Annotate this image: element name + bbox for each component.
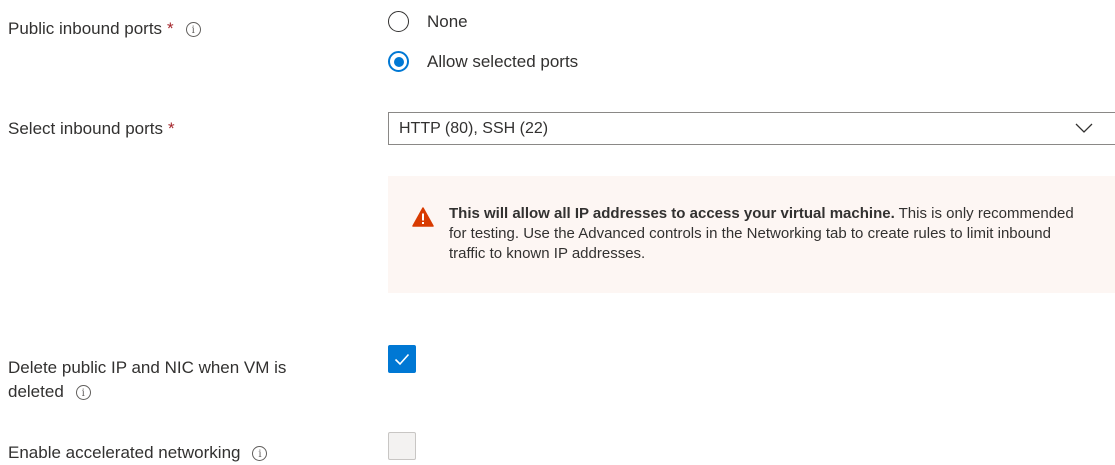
delete-public-ip-label-line2: deleted i bbox=[8, 380, 286, 404]
info-icon[interactable]: i bbox=[75, 385, 91, 400]
inbound-ports-dropdown-value: HTTP (80), SSH (22) bbox=[399, 120, 549, 137]
delete-public-ip-label-line2-text: deleted bbox=[8, 382, 64, 401]
radio-allow-selected-ports[interactable]: Allow selected ports bbox=[388, 51, 578, 72]
radio-none-label: None bbox=[427, 11, 468, 31]
info-icon[interactable]: i bbox=[185, 22, 201, 37]
required-asterisk: * bbox=[168, 119, 175, 138]
delete-public-ip-checkbox[interactable] bbox=[388, 345, 416, 373]
chevron-down-icon bbox=[1075, 123, 1093, 133]
radio-selected-dot bbox=[393, 56, 404, 67]
accelerated-networking-checkbox[interactable] bbox=[388, 432, 416, 460]
warning-triangle-icon bbox=[412, 207, 434, 227]
radio-button-none[interactable] bbox=[388, 11, 409, 32]
radio-allow-selected-ports-label: Allow selected ports bbox=[427, 51, 579, 71]
select-inbound-ports-label-text: Select inbound ports bbox=[8, 119, 163, 138]
warning-text: This will allow all IP addresses to acce… bbox=[449, 205, 1074, 262]
delete-public-ip-label-line1: Delete public IP and NIC when VM is bbox=[8, 358, 287, 377]
public-inbound-ports-label-text: Public inbound ports bbox=[8, 19, 163, 38]
required-asterisk: * bbox=[167, 19, 174, 38]
inbound-ports-dropdown[interactable]: HTTP (80), SSH (22) bbox=[388, 112, 1115, 145]
select-inbound-ports-label: Select inbound ports * bbox=[8, 117, 175, 141]
accelerated-networking-label-text: Enable accelerated networking bbox=[8, 443, 241, 462]
delete-public-ip-label: Delete public IP and NIC when VM is dele… bbox=[8, 356, 286, 404]
radio-none[interactable]: None bbox=[388, 11, 468, 32]
warning-bold-text: This will allow all IP addresses to acce… bbox=[449, 205, 895, 222]
checkmark-icon bbox=[394, 353, 410, 366]
public-inbound-ports-label: Public inbound ports * i bbox=[8, 17, 201, 41]
info-icon[interactable]: i bbox=[252, 446, 268, 461]
warning-banner: This will allow all IP addresses to acce… bbox=[388, 176, 1115, 293]
radio-button-allow-selected-ports[interactable] bbox=[388, 51, 409, 72]
accelerated-networking-label: Enable accelerated networking i bbox=[8, 441, 268, 465]
